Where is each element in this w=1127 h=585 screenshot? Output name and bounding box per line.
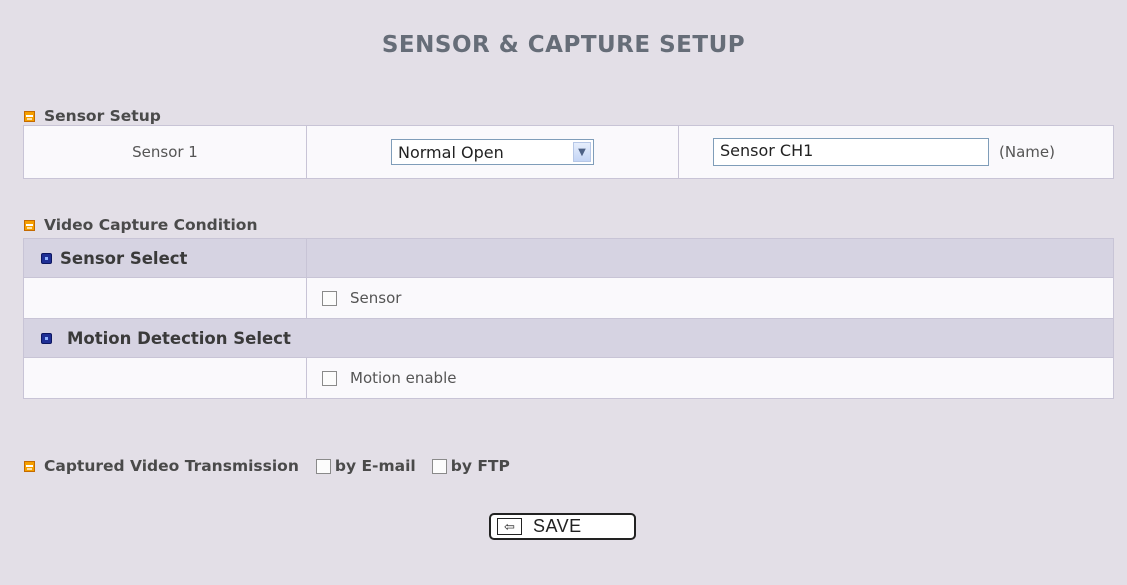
- sensor-name-cell: Sensor CH1 (Name): [678, 125, 1114, 179]
- page-title: SENSOR & CAPTURE SETUP: [381, 32, 746, 58]
- motion-enable-checkbox[interactable]: [322, 371, 337, 386]
- sensor-row: Sensor 1 Normal Open ▼ Sensor CH1 (Name): [23, 125, 1114, 179]
- ftp-checkbox[interactable]: [431, 458, 447, 474]
- sensor-setup-heading-label: Sensor Setup: [44, 107, 161, 125]
- ftp-label: by FTP: [450, 457, 510, 475]
- sensor-setup-table: Sensor 1 Normal Open ▼ Sensor CH1 (Name): [23, 125, 1114, 179]
- sensor-label: Sensor 1: [23, 125, 307, 179]
- sensor-checkbox[interactable]: [322, 291, 337, 306]
- section-bullet-icon: [24, 110, 35, 122]
- transmission-heading: Captured Video Transmission: [44, 457, 299, 475]
- sensor-name-input[interactable]: Sensor CH1: [713, 138, 989, 166]
- email-label: by E-mail: [334, 457, 416, 475]
- arrow-left-icon: ⇦: [497, 518, 522, 535]
- section-bullet-icon: [24, 460, 35, 472]
- chevron-down-icon[interactable]: ▼: [573, 142, 591, 162]
- section-bullet-icon: [24, 219, 35, 231]
- motion-option-row: Motion enable: [23, 357, 1114, 399]
- sensor-option-label: Sensor: [350, 289, 402, 307]
- sensor-setup-heading: Sensor Setup: [24, 106, 161, 126]
- sensor-option-cell: Sensor: [306, 277, 1114, 319]
- sensor-mode-cell: Normal Open ▼: [306, 125, 679, 179]
- motion-select-band: Motion Detection Select: [23, 318, 1114, 358]
- video-capture-table: Sensor Select Sensor Motion Detection Se…: [23, 238, 1114, 399]
- sensor-mode-select[interactable]: Normal Open ▼: [391, 139, 594, 165]
- sensor-select-band-fill: [306, 238, 1114, 278]
- motion-option-label: Motion enable: [350, 369, 457, 387]
- sensor-select-title: Sensor Select: [60, 248, 188, 268]
- name-hint: (Name): [999, 143, 1055, 161]
- email-option[interactable]: by E-mail: [315, 457, 416, 475]
- sensor-select-band: Sensor Select: [23, 238, 1114, 278]
- email-checkbox[interactable]: [315, 458, 331, 474]
- video-capture-heading: Video Capture Condition: [24, 215, 258, 235]
- transmission-row: Captured Video Transmission by E-mail by…: [24, 455, 510, 477]
- subsection-bullet-icon: [41, 252, 52, 264]
- sensor-option-row: Sensor: [23, 277, 1114, 319]
- ftp-option[interactable]: by FTP: [431, 457, 510, 475]
- motion-select-title-cell: Motion Detection Select: [23, 318, 1114, 358]
- motion-select-title: Motion Detection Select: [67, 328, 291, 348]
- video-capture-heading-label: Video Capture Condition: [44, 216, 258, 234]
- subsection-bullet-icon: [41, 332, 52, 344]
- motion-option-cell: Motion enable: [306, 357, 1114, 399]
- save-button[interactable]: ⇦ SAVE: [489, 513, 636, 540]
- sensor-option-spacer: [23, 277, 307, 319]
- save-button-label: SAVE: [533, 516, 582, 536]
- sensor-mode-value: Normal Open: [398, 142, 504, 162]
- sensor-select-title-cell: Sensor Select: [23, 238, 307, 278]
- motion-option-spacer: [23, 357, 307, 399]
